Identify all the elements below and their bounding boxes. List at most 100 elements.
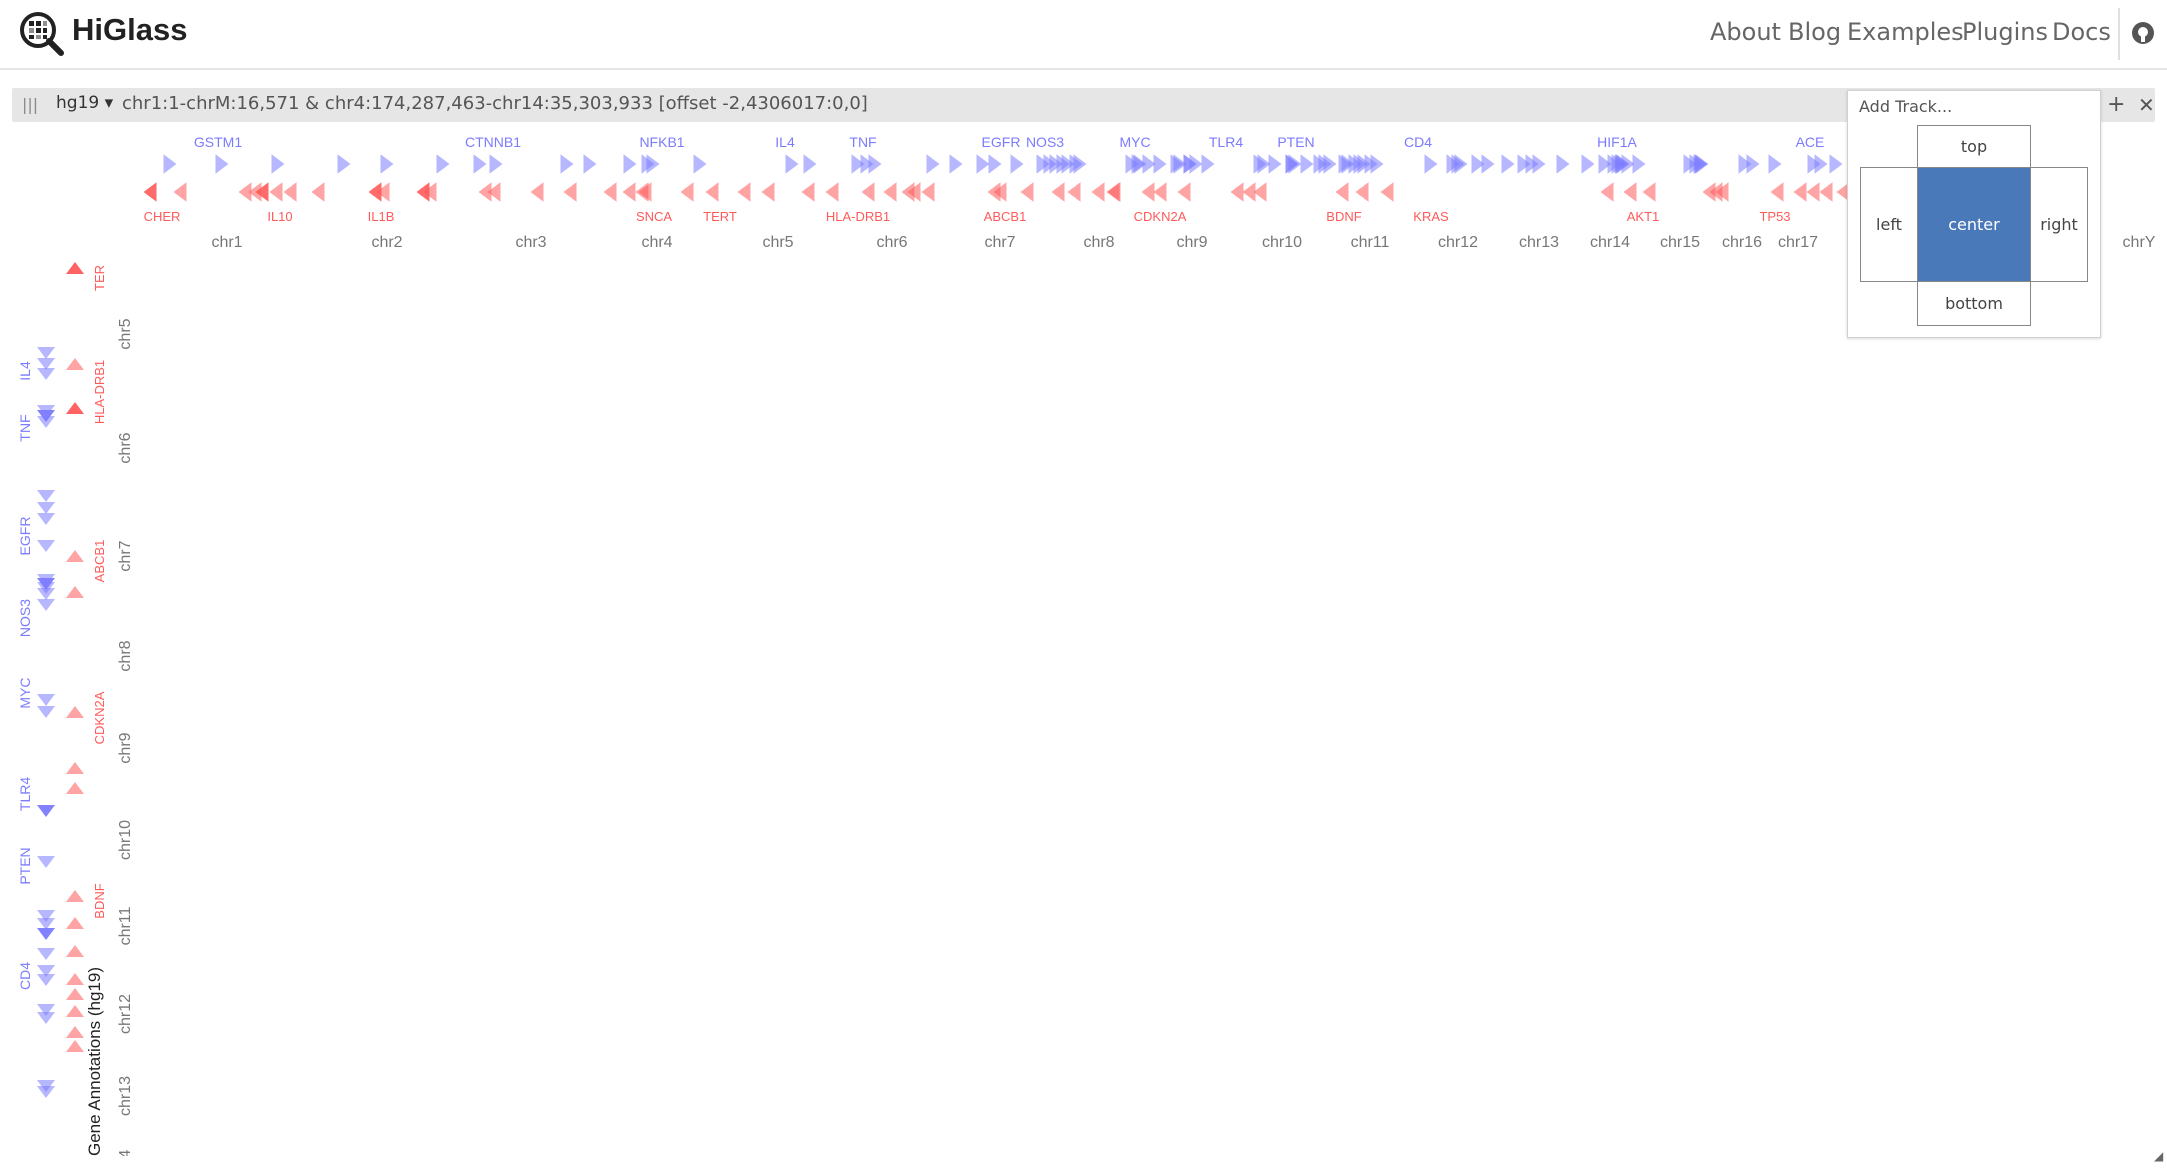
left-minus-strand-genes (66, 262, 84, 1052)
chromosome-label: chr9 (117, 732, 134, 763)
chromosome-label: chr5 (762, 234, 793, 251)
gene-minus-triangle (66, 586, 84, 598)
gene-minus-triangle (1067, 182, 1081, 202)
gene-label-minus: HLA-DRB1 (92, 360, 107, 424)
gene-plus-triangle (1189, 154, 1203, 174)
chromosome-label: chr12 (1438, 234, 1478, 251)
gene-minus-triangle (1806, 182, 1820, 202)
gene-minus-triangle (563, 182, 577, 202)
gene-label-minus: CDKN2A (1134, 209, 1187, 224)
gene-plus-triangle (337, 154, 351, 174)
gene-plus-triangle (1010, 154, 1024, 174)
gene-plus-triangle (436, 154, 450, 174)
nav-docs[interactable]: Docs (2052, 18, 2111, 46)
resize-handle-icon[interactable]: ◢ (2154, 1149, 2163, 1163)
gene-plus-triangle (489, 154, 503, 174)
gene-minus-triangle (143, 182, 157, 202)
nav-about[interactable]: About (1710, 18, 1781, 46)
gene-label-minus: ABCB1 (92, 540, 107, 583)
gene-minus-triangle (66, 1005, 84, 1017)
gene-plus-triangle (37, 502, 55, 514)
nav-blog[interactable]: Blog (1788, 18, 1841, 46)
higlass-logo-icon[interactable] (18, 10, 64, 56)
gene-plus-triangle (37, 513, 55, 525)
gene-label-minus: TER (92, 265, 107, 291)
gene-label-plus: TNF (17, 414, 33, 441)
gene-plus-triangle (163, 154, 177, 174)
gene-label-minus: KRAS (1413, 209, 1449, 224)
gene-plus-triangle (1768, 154, 1782, 174)
gene-plus-triangle (1481, 154, 1495, 174)
gene-label-minus: CDKN2A (92, 691, 107, 744)
gene-minus-triangle (1020, 182, 1034, 202)
gene-minus-triangle (66, 1040, 84, 1052)
gene-label-minus: ABCB1 (984, 209, 1027, 224)
gene-label-minus: SNCA (636, 209, 672, 224)
genome-position-search[interactable]: chr1:1-chrM:16,571 & chr4:174,287,463-ch… (122, 93, 868, 114)
gene-plus-triangle (1153, 154, 1167, 174)
gene-label-plus: IL4 (775, 134, 795, 150)
github-icon[interactable] (2130, 20, 2156, 46)
add-track-position-top[interactable]: top (1917, 125, 2031, 168)
plus-strand-genes (163, 154, 1876, 174)
close-view-button[interactable]: ✕ (2138, 93, 2155, 117)
gene-plus-triangle (1341, 154, 1355, 174)
gene-plus-triangle (37, 368, 55, 380)
gene-label-plus: GSTM1 (194, 134, 242, 150)
add-track-position-bottom[interactable]: bottom (1917, 281, 2031, 326)
gene-label-plus: NOS3 (1026, 134, 1064, 150)
minus-strand-labels: CHER IL10 IL1B SNCA TERT HLA-DRB1 ABCB1 CDKN2A B… (144, 209, 1791, 224)
left-minus-strand-labels: TER HLA-DRB1 ABCB1 CDKN2A BDNF (92, 265, 107, 919)
gene-label-plus: PTEN (17, 847, 33, 884)
gene-label-minus: AKT1 (1627, 209, 1660, 224)
gene-plus-triangle (37, 805, 55, 817)
chromosome-label: chr13 (1519, 234, 1559, 251)
top-gene-annotation-track[interactable]: GSTM1 CTNNB1 NFKB1 IL4 TNF EGFR NOS3 MYC TLR4 PTE… (0, 126, 2167, 256)
gene-minus-triangle (1153, 182, 1167, 202)
gene-minus-triangle (423, 182, 437, 202)
chromosome-label: chr8 (117, 640, 134, 671)
gene-label-plus: MYC (1119, 134, 1150, 150)
gene-minus-triangle (1380, 182, 1394, 202)
gene-plus-triangle (37, 856, 55, 868)
gene-plus-triangle (1268, 154, 1282, 174)
gene-minus-triangle (1642, 182, 1656, 202)
gene-minus-triangle (883, 182, 897, 202)
gene-plus-triangle (1201, 154, 1215, 174)
drag-handle-icon[interactable]: ||| (22, 96, 38, 114)
left-plus-strand-genes (37, 347, 55, 1098)
minus-strand-genes (143, 182, 1963, 202)
plus-strand-labels: GSTM1 CTNNB1 NFKB1 IL4 TNF EGFR NOS3 MYC TLR4 PTE… (194, 134, 1825, 150)
gene-minus-triangle (1141, 182, 1155, 202)
chromosome-label: chr13 (117, 1076, 134, 1116)
left-gene-annotation-track[interactable]: IL4 TNF EGFR NOS3 MYC TLR4 PTEN CD4 TER HLA-DRB1… (0, 256, 140, 1156)
gene-minus-triangle (66, 402, 84, 414)
gene-plus-triangle (949, 154, 963, 174)
gene-minus-triangle (1230, 182, 1244, 202)
add-track-position-left[interactable]: left (1860, 167, 1918, 282)
gene-label-plus: TLR4 (1209, 134, 1243, 150)
gene-minus-triangle (530, 182, 544, 202)
add-track-position-right[interactable]: right (2030, 167, 2088, 282)
nav-plugins[interactable]: Plugins (1962, 18, 2048, 46)
add-view-button[interactable]: + (2107, 92, 2125, 117)
gene-minus-triangle (66, 1026, 84, 1038)
gene-label-plus: TNF (849, 134, 876, 150)
chromosome-label: chrY (2123, 234, 2156, 251)
brand-title[interactable]: HiGlass (72, 12, 187, 48)
add-track-position-center[interactable]: center (1917, 167, 2031, 282)
gene-minus-triangle (66, 890, 84, 902)
gene-plus-triangle (1370, 154, 1384, 174)
left-chromosome-axis: chr5 chr6 chr7 chr8 chr9 chr10 chr11 chr12 chr13… (117, 318, 134, 1156)
nav-examples[interactable]: Examples (1847, 18, 1964, 46)
gene-plus-triangle (37, 974, 55, 986)
gene-plus-triangle (37, 490, 55, 502)
gene-minus-triangle (1107, 182, 1121, 202)
genome-assembly-select[interactable]: hg19 ▾ (56, 93, 113, 113)
gene-plus-triangle (37, 599, 55, 611)
gene-minus-triangle (66, 358, 84, 370)
gene-plus-triangle (37, 347, 55, 359)
gene-plus-triangle (1300, 154, 1314, 174)
gene-minus-triangle (921, 182, 935, 202)
gene-plus-triangle (473, 154, 487, 174)
